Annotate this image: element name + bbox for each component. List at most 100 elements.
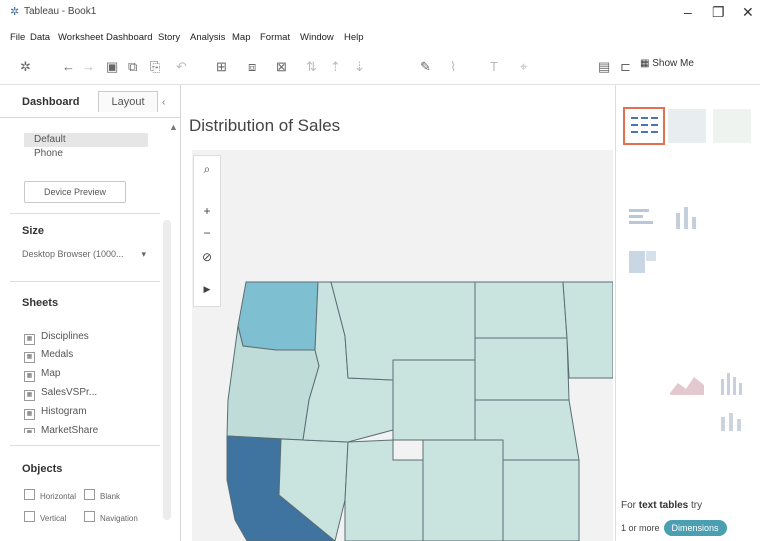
size-dropdown[interactable]: Desktop Browser (1000... ▾ xyxy=(22,245,148,263)
sheets-label: Sheets xyxy=(22,297,59,309)
undo-icon[interactable]: ↶ xyxy=(176,59,187,75)
menu-dashboard[interactable]: Dashboard xyxy=(106,32,152,43)
device-list: Default Phone xyxy=(24,133,148,161)
menu-bar: File Data Worksheet Dashboard Story Anal… xyxy=(0,28,760,50)
stacked-bar-thumb[interactable] xyxy=(668,199,706,233)
area-chart-icon xyxy=(670,377,704,395)
sheet-item[interactable]: ▦ Disciplines xyxy=(24,331,89,345)
device-preview-button[interactable]: Device Preview xyxy=(24,181,126,203)
menu-story[interactable]: Story xyxy=(158,32,180,43)
worksheet-icon: ▦ xyxy=(24,409,35,420)
sort-descending-icon[interactable]: ⇣ xyxy=(354,59,365,75)
pin-icon[interactable]: ⊘ xyxy=(194,250,220,264)
state-utah[interactable] xyxy=(344,439,424,541)
area-chart-thumb[interactable] xyxy=(668,365,706,399)
heat-map-thumb[interactable] xyxy=(668,109,706,143)
size-value: Desktop Browser (1000... xyxy=(22,249,124,259)
sheet-item[interactable]: ▦ SalesVSPr... xyxy=(24,387,97,401)
sheet-item[interactable]: ▦ Histogram xyxy=(24,406,87,420)
divider xyxy=(10,281,160,282)
clear-sheet-icon[interactable]: ⊠ xyxy=(276,59,287,75)
show-me-button[interactable]: ▦ Show Me xyxy=(640,58,694,69)
object-horizontal[interactable]: Horizontal xyxy=(24,489,76,501)
group-icon[interactable]: ⌇ xyxy=(450,59,456,75)
worksheet-icon: ▦ xyxy=(24,334,35,345)
object-blank[interactable]: Blank xyxy=(84,489,120,501)
menu-worksheet[interactable]: Worksheet xyxy=(58,32,103,43)
save-icon[interactable]: ▣ xyxy=(106,59,118,75)
duplicate-icon[interactable]: ⧈ xyxy=(248,59,256,75)
back-icon[interactable]: ← xyxy=(62,59,75,74)
menu-format[interactable]: Format xyxy=(260,32,290,43)
menu-data[interactable]: Data xyxy=(30,32,50,43)
object-vertical[interactable]: Vertical xyxy=(24,511,66,523)
sheet-item[interactable]: ▦ Map xyxy=(24,368,60,382)
forward-icon[interactable]: → xyxy=(82,59,95,74)
maximize-icon[interactable]: ❐ xyxy=(712,4,725,21)
show-me-panel xyxy=(615,85,760,541)
new-datasource-icon[interactable]: ⧉ xyxy=(128,59,137,75)
new-worksheet-icon[interactable]: ⊞ xyxy=(216,59,227,75)
sort-ascending-icon[interactable]: ⇡ xyxy=(330,59,341,75)
chevron-down-icon: ▾ xyxy=(141,249,146,259)
zoom-in-icon[interactable]: + xyxy=(194,204,220,218)
state-wyoming[interactable] xyxy=(392,359,476,441)
text-table-thumb[interactable] xyxy=(623,107,665,145)
divider xyxy=(10,213,160,214)
box-plot-icon xyxy=(721,413,741,431)
minimize-icon[interactable]: – xyxy=(684,4,692,20)
scroll-up-icon[interactable]: ▲ xyxy=(169,122,178,132)
side-panel-tabs: Dashboard Layout ‹ xyxy=(0,85,180,118)
labels-icon[interactable]: T xyxy=(490,59,498,74)
highlight-table-thumb[interactable] xyxy=(713,109,751,143)
highlight-icon[interactable]: ✎ xyxy=(420,59,431,75)
sheet-item[interactable]: ▦ Medals xyxy=(24,349,73,363)
tab-dashboard[interactable]: Dashboard xyxy=(22,96,79,108)
box-plot-thumb[interactable] xyxy=(713,405,751,439)
state-north-dakota[interactable] xyxy=(474,281,568,339)
map-zoom-toolbar: ⌕ + − ⊘ ▶ xyxy=(193,155,221,307)
menu-map[interactable]: Map xyxy=(232,32,250,43)
collapse-panel-icon[interactable]: ‹ xyxy=(162,97,165,108)
device-phone[interactable]: Phone xyxy=(24,147,148,161)
state-colorado[interactable] xyxy=(422,439,504,541)
tab-layout[interactable]: Layout xyxy=(98,91,158,112)
object-navigation[interactable]: Navigation xyxy=(84,511,138,523)
dimensions-pill: Dimensions xyxy=(663,520,727,536)
fit-icon[interactable]: ▤ xyxy=(598,59,610,75)
device-default[interactable]: Default xyxy=(24,133,148,147)
worksheet-icon: ▦ xyxy=(24,352,35,363)
state-kansas[interactable] xyxy=(502,459,580,541)
state-minnesota[interactable] xyxy=(562,281,613,379)
menu-help[interactable]: Help xyxy=(344,32,364,43)
close-icon[interactable]: ✕ xyxy=(742,4,754,21)
show-me-icon: ▦ xyxy=(640,58,653,69)
state-washington[interactable] xyxy=(237,281,319,351)
divider xyxy=(10,445,160,446)
swap-icon[interactable]: ⇅ xyxy=(306,59,317,75)
worksheet-icon: ▦ xyxy=(24,428,35,433)
dual-bar-thumb[interactable] xyxy=(713,365,751,399)
state-south-dakota[interactable] xyxy=(474,337,570,401)
search-icon[interactable]: ⌕ xyxy=(194,162,220,177)
side-panel-scrollbar[interactable] xyxy=(163,220,171,520)
stacked-bar-icon xyxy=(676,207,696,229)
bar-chart-icon xyxy=(629,209,653,224)
title-bar: ✲ Tableau - Book1 – ❐ ✕ xyxy=(0,0,760,28)
treemap-thumb[interactable] xyxy=(623,245,661,279)
zoom-out-icon[interactable]: − xyxy=(194,226,220,240)
sales-map[interactable] xyxy=(183,100,613,541)
treemap-icon xyxy=(629,251,656,273)
show-me-hint: For text tables try xyxy=(621,500,703,511)
bar-chart-thumb[interactable] xyxy=(623,199,661,233)
menu-file[interactable]: File xyxy=(10,32,25,43)
sheet-item[interactable]: ▦ MarketShare xyxy=(24,425,98,433)
menu-window[interactable]: Window xyxy=(300,32,334,43)
expand-arrow-icon[interactable]: ▶ xyxy=(194,284,220,295)
menu-analysis[interactable]: Analysis xyxy=(190,32,225,43)
fix-axes-icon[interactable]: ⌖ xyxy=(520,59,527,75)
tableau-logo-icon[interactable]: ✲ xyxy=(20,59,31,75)
new-sheet-icon[interactable]: ⎘ xyxy=(150,59,160,75)
tableau-app-icon: ✲ xyxy=(10,6,20,18)
presentation-icon[interactable]: ⊏ xyxy=(620,59,631,75)
